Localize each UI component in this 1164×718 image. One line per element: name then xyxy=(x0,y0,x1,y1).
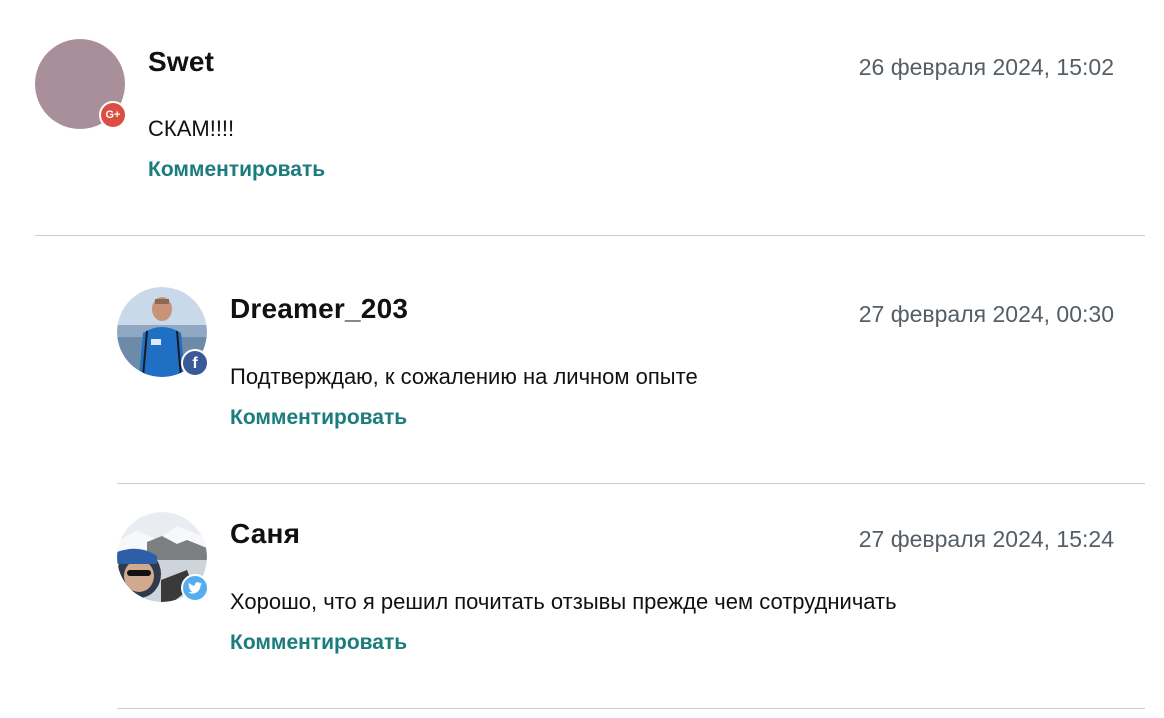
comment-divider xyxy=(35,235,1145,236)
avatar[interactable]: G+ xyxy=(35,39,127,129)
comment-date: 27 февраля 2024, 15:24 xyxy=(858,526,1114,552)
comment-text: Подтверждаю, к сожалению на личном опыте xyxy=(230,364,698,389)
comment-reply-link[interactable]: Комментировать xyxy=(230,406,407,430)
comment-author: Саня xyxy=(230,518,301,549)
avatar[interactable]: f xyxy=(117,287,209,377)
comment-divider xyxy=(117,708,1145,709)
comment-reply-link[interactable]: Комментировать xyxy=(148,158,325,182)
google-plus-icon: G+ xyxy=(99,101,127,129)
comment-divider xyxy=(117,483,1145,484)
comment-date: 26 февраля 2024, 15:02 xyxy=(858,54,1114,80)
avatar[interactable] xyxy=(117,512,209,602)
comment-text: Хорошо, что я решил почитать отзывы преж… xyxy=(230,589,897,614)
comment-author: Dreamer_203 xyxy=(230,293,409,324)
twitter-icon xyxy=(181,574,209,602)
comment-date: 27 февраля 2024, 00:30 xyxy=(858,301,1114,327)
twitter-bird-icon xyxy=(188,582,202,594)
comment-reply-link[interactable]: Комментировать xyxy=(230,631,407,655)
facebook-icon: f xyxy=(181,349,209,377)
comment-text: СКАМ!!!! xyxy=(148,116,235,141)
comment-author: Swet xyxy=(148,46,215,77)
